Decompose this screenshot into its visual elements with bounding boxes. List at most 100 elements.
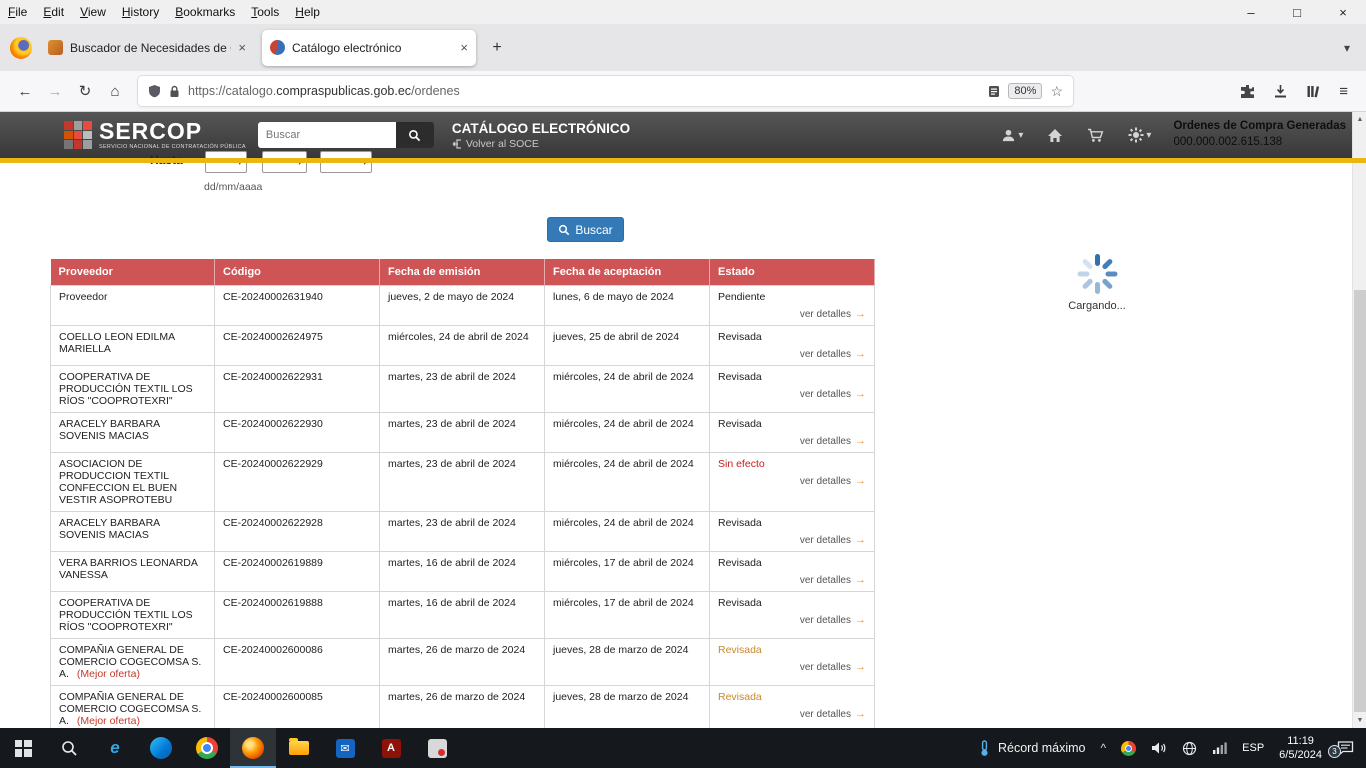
search-icon	[61, 740, 78, 757]
loading-text: Cargando...	[1052, 300, 1142, 312]
ver-detalles-link[interactable]: ver detalles→	[718, 348, 866, 360]
acrobat-icon[interactable]: A	[368, 728, 414, 768]
internet-explorer-icon[interactable]: e	[92, 728, 138, 768]
reader-mode-icon[interactable]	[988, 85, 1000, 98]
menu-help[interactable]: Help	[287, 2, 328, 22]
tab-close-icon[interactable]: ×	[238, 40, 246, 55]
volume-icon[interactable]	[1151, 741, 1167, 755]
ver-detalles-link[interactable]: ver detalles→	[718, 435, 866, 447]
mejor-oferta-badge: (Mejor oferta)	[77, 715, 140, 727]
firefox-icon[interactable]	[230, 728, 276, 768]
search-button[interactable]	[396, 122, 434, 148]
url-bar[interactable]: https://catalogo.compraspublicas.gob.ec/…	[138, 76, 1073, 106]
vertical-scrollbar[interactable]: ▲ ▼	[1352, 112, 1366, 728]
edge-icon[interactable]	[138, 728, 184, 768]
cart-button[interactable]	[1087, 128, 1104, 143]
notification-center-button[interactable]: 3	[1337, 740, 1354, 756]
volver-al-soce-link[interactable]: Volver al SOCE	[452, 138, 630, 150]
arrow-icon: →	[855, 435, 866, 447]
menu-view[interactable]: View	[72, 2, 114, 22]
cell-proveedor: COOPERATIVA DE PRODUCCIÓN TEXTIL LOS RÍO…	[51, 366, 215, 413]
clock[interactable]: 11:19 6/5/2024	[1279, 734, 1322, 763]
order-status: Revisada	[718, 644, 866, 656]
date-format-hint: dd/mm/aaaa	[204, 181, 262, 193]
weather-widget[interactable]: Récord máximo	[978, 740, 1086, 757]
menu-bookmarks[interactable]: Bookmarks	[167, 2, 243, 22]
scrollbar-thumb[interactable]	[1354, 290, 1366, 712]
zoom-level[interactable]: 80%	[1008, 83, 1042, 99]
menu-file[interactable]: File	[0, 2, 35, 22]
cell-fecha-emision: martes, 23 de abril de 2024	[380, 366, 545, 413]
shield-icon[interactable]	[148, 84, 161, 98]
scroll-down-icon[interactable]: ▼	[1353, 713, 1366, 728]
app-icon[interactable]	[414, 728, 460, 768]
ver-detalles-link[interactable]: ver detalles→	[718, 534, 866, 546]
file-explorer-icon[interactable]	[276, 728, 322, 768]
tray-chevron-up-icon[interactable]: ^	[1101, 741, 1107, 755]
col-fecha-emision: Fecha de emisión	[380, 259, 545, 286]
ver-detalles-link[interactable]: ver detalles→	[718, 574, 866, 586]
extensions-icon[interactable]	[1240, 84, 1255, 99]
table-header-row: Proveedor Código Fecha de emisión Fecha …	[51, 259, 875, 286]
cell-proveedor: ARACELY BARBARA SOVENIS MACIAS	[51, 512, 215, 552]
sercop-logo[interactable]: SERCOP SERVICIO NACIONAL DE CONTRATACIÓN…	[64, 120, 246, 151]
network-icon[interactable]	[1182, 741, 1197, 756]
menu-tools[interactable]: Tools	[243, 2, 287, 22]
ver-detalles-link[interactable]: ver detalles→	[718, 614, 866, 626]
cell-proveedor: COELLO LEON EDILMA MARIELLA	[51, 326, 215, 366]
reload-icon[interactable]: ↻	[70, 82, 100, 100]
downloads-icon[interactable]	[1273, 84, 1288, 99]
firefox-view-icon[interactable]	[10, 37, 32, 59]
close-icon[interactable]: ×	[1320, 0, 1366, 24]
forward-icon[interactable]: →	[40, 83, 70, 100]
home-icon[interactable]: ⌂	[100, 83, 130, 100]
header-icon-group: ▾ ▾	[1001, 127, 1151, 143]
settings-menu[interactable]: ▾	[1128, 127, 1151, 143]
maximize-icon[interactable]: □	[1274, 0, 1320, 24]
search-input[interactable]	[258, 122, 396, 148]
outlook-icon[interactable]: ✉	[322, 728, 368, 768]
home-link[interactable]	[1047, 128, 1063, 143]
cell-fecha-emision: martes, 16 de abril de 2024	[380, 592, 545, 639]
bookmark-star-icon[interactable]: ☆	[1050, 83, 1063, 100]
user-icon	[1001, 128, 1016, 143]
ver-detalles-link[interactable]: ver detalles→	[718, 475, 866, 487]
start-button[interactable]	[0, 728, 46, 768]
buscar-button[interactable]: Buscar	[547, 217, 624, 242]
new-tab-icon[interactable]: +	[484, 35, 510, 61]
ver-detalles-link[interactable]: ver detalles→	[718, 308, 866, 320]
menu-edit[interactable]: Edit	[35, 2, 72, 22]
scroll-up-icon[interactable]: ▲	[1353, 112, 1366, 127]
ver-detalles-link[interactable]: ver detalles→	[718, 388, 866, 400]
cell-fecha-aceptacion: miércoles, 24 de abril de 2024	[545, 366, 710, 413]
sercop-logo-icon	[64, 121, 92, 149]
arrow-icon: →	[855, 661, 866, 673]
tab-close-icon[interactable]: ×	[460, 40, 468, 55]
taskbar-search-button[interactable]	[46, 728, 92, 768]
minimize-icon[interactable]: –	[1228, 0, 1274, 24]
user-menu[interactable]: ▾	[1001, 128, 1023, 143]
order-status: Pendiente	[718, 291, 866, 303]
ver-detalles-link[interactable]: ver detalles→	[718, 708, 866, 720]
cell-fecha-aceptacion: lunes, 6 de mayo de 2024	[545, 286, 710, 326]
cell-estado: Revisada ver detalles→	[710, 413, 875, 453]
chrome-icon[interactable]	[184, 728, 230, 768]
library-icon[interactable]	[1306, 84, 1321, 99]
signal-icon[interactable]	[1212, 742, 1227, 755]
order-status: Revisada	[718, 517, 866, 529]
menu-history[interactable]: History	[114, 2, 167, 22]
tab-catalogo[interactable]: Catálogo electrónico ×	[262, 30, 476, 66]
table-row: ASOCIACION DE PRODUCCION TEXTIL CONFECCI…	[51, 453, 875, 512]
ver-detalles-link[interactable]: ver detalles→	[718, 661, 866, 673]
tray-chrome-icon[interactable]	[1121, 741, 1136, 756]
lock-icon[interactable]	[169, 85, 180, 98]
tab-buscador[interactable]: Buscador de Necesidades de Co ×	[40, 30, 254, 66]
tab-list-chevron-icon[interactable]: ▾	[1334, 41, 1360, 55]
cell-fecha-emision: martes, 23 de abril de 2024	[380, 453, 545, 512]
back-icon[interactable]: ←	[10, 83, 40, 100]
cell-fecha-emision: martes, 26 de marzo de 2024	[380, 639, 545, 686]
cell-codigo: CE-20240002622928	[215, 512, 380, 552]
language-indicator[interactable]: ESP	[1242, 742, 1264, 754]
cell-fecha-emision: martes, 16 de abril de 2024	[380, 552, 545, 592]
menu-icon[interactable]: ≡	[1339, 83, 1348, 100]
